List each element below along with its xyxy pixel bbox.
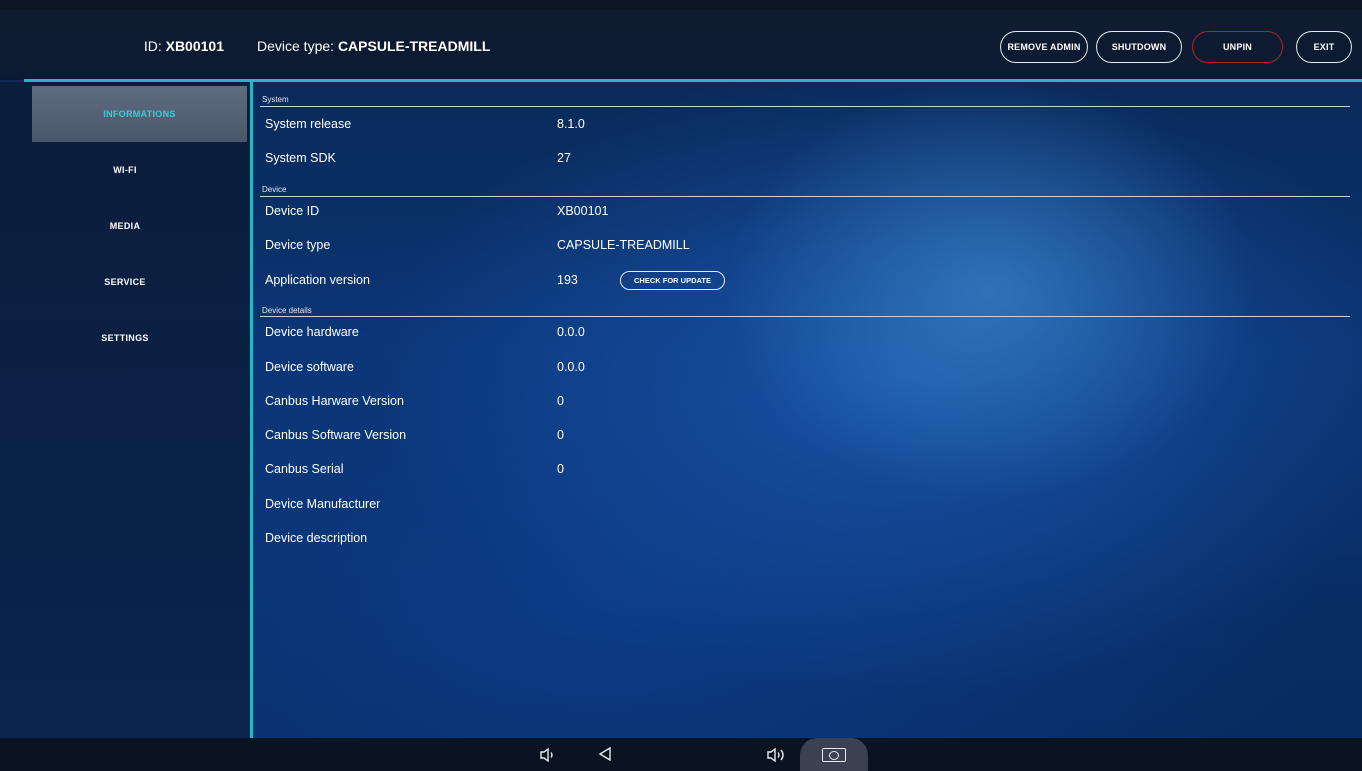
volume-down-icon[interactable]	[539, 746, 557, 768]
id-label: ID:	[143, 38, 162, 54]
row-value-canbus-serial: 0	[557, 462, 564, 476]
row-label-device-id: Device ID	[265, 204, 320, 218]
device-id-display: ID: XB00101	[144, 38, 224, 54]
id-value: XB00101	[165, 38, 224, 54]
row-label-device-type: Device type	[265, 238, 331, 252]
row-label-device-software: Device software	[265, 360, 354, 374]
volume-up-icon[interactable]	[766, 746, 788, 768]
section-rule	[260, 106, 1350, 107]
row-value-application-version: 193	[557, 273, 578, 287]
section-title-device: Device	[262, 185, 287, 194]
row-value-canbus-software: 0	[557, 428, 564, 442]
screenshot-button[interactable]	[800, 738, 868, 771]
row-value-system-release: 8.1.0	[557, 117, 585, 131]
row-label-device-description: Device description	[265, 531, 368, 545]
row-label-canbus-hardware: Canbus Harware Version	[265, 394, 404, 408]
back-icon[interactable]	[598, 746, 612, 766]
section-rule	[260, 316, 1350, 317]
sidebar-item-service[interactable]: SERVICE	[0, 254, 250, 310]
exit-button[interactable]: EXIT	[1296, 31, 1352, 63]
type-value: CAPSULE-TREADMILL	[337, 38, 491, 54]
section-rule	[260, 196, 1350, 197]
row-label-system-release: System release	[265, 117, 352, 131]
screenshot-icon	[822, 747, 846, 762]
navigation-bar	[0, 738, 1362, 771]
sidebar-item-media[interactable]: MEDIA	[0, 198, 250, 254]
row-value-system-sdk: 27	[557, 151, 571, 165]
row-label-system-sdk: System SDK	[265, 151, 336, 165]
row-label-device-manufacturer: Device Manufacturer	[265, 497, 381, 511]
section-title-device-details: Device details	[262, 306, 312, 315]
shutdown-button[interactable]: SHUTDOWN	[1096, 31, 1182, 63]
device-type-display: Device type: CAPSULE-TREADMILL	[257, 38, 490, 54]
row-label-canbus-serial: Canbus Serial	[265, 462, 344, 476]
section-title-system: System	[262, 95, 289, 104]
row-label-device-hardware: Device hardware	[265, 325, 359, 339]
sidebar-item-wifi[interactable]: WI-FI	[0, 142, 250, 198]
remove-admin-button[interactable]: REMOVE ADMIN	[1000, 31, 1088, 63]
sidebar-item-settings[interactable]: SETTINGS	[0, 310, 250, 366]
row-value-device-type: CAPSULE-TREADMILL	[557, 238, 690, 252]
check-for-update-button[interactable]: CHECK FOR UPDATE	[620, 271, 725, 290]
row-value-device-id: XB00101	[557, 204, 609, 218]
status-strip	[0, 0, 1362, 10]
row-label-canbus-software: Canbus Software Version	[265, 428, 407, 442]
sidebar-item-informations[interactable]: INFORMATIONS	[32, 86, 247, 142]
unpin-button[interactable]: UNPIN	[1192, 31, 1283, 63]
type-label: Device type:	[257, 38, 335, 54]
row-value-device-hardware: 0.0.0	[557, 325, 585, 339]
row-value-canbus-hardware: 0	[557, 394, 564, 408]
row-label-application-version: Application version	[265, 273, 370, 287]
info-panel: System System release 8.1.0 System SDK 2…	[253, 82, 1362, 738]
row-value-device-software: 0.0.0	[557, 360, 585, 374]
